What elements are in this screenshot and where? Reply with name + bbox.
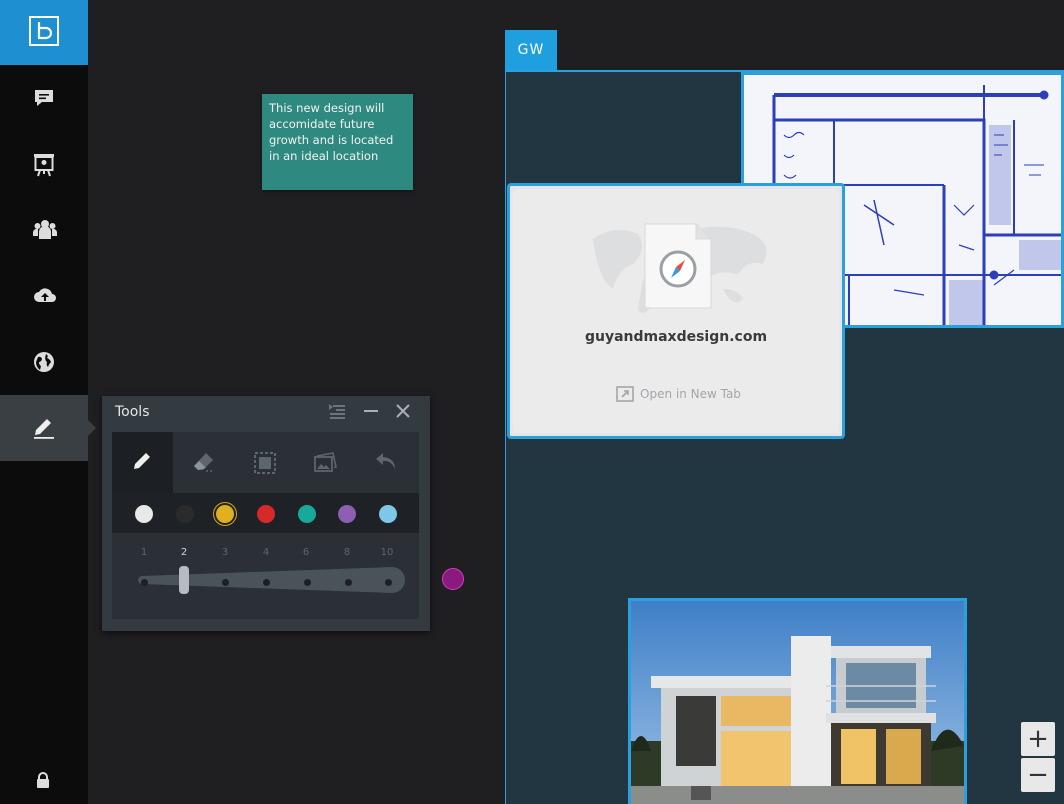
- modern-house-image: [631, 601, 964, 804]
- pen-tool[interactable]: [112, 432, 173, 493]
- app-logo[interactable]: [0, 0, 88, 65]
- color-swatch[interactable]: [176, 505, 194, 523]
- logo-icon: [29, 16, 59, 46]
- workspace-tab[interactable]: GW: [505, 30, 557, 70]
- sidebar-item-presentation[interactable]: [0, 131, 88, 197]
- size-label: 6: [302, 547, 310, 558]
- sidebar-item-web[interactable]: [0, 329, 88, 395]
- tool-row: [112, 432, 419, 493]
- pen-icon: [34, 419, 54, 439]
- select-tool[interactable]: [234, 432, 295, 493]
- size-slider-track[interactable]: [136, 566, 406, 594]
- color-swatch-selected[interactable]: [216, 505, 234, 523]
- brush-size-control: 1 2 3 4 6 8 10: [112, 533, 419, 619]
- undo-icon: [376, 453, 395, 469]
- tools-panel[interactable]: Tools 1 2 3 4 6 8 10: [102, 396, 430, 631]
- sidebar: [0, 0, 96, 804]
- size-label: 3: [221, 547, 229, 558]
- open-external-icon: [616, 386, 634, 402]
- size-stop: [263, 579, 270, 586]
- cloud-upload-icon: [34, 288, 56, 302]
- size-label: 1: [140, 547, 148, 558]
- size-stop: [345, 579, 352, 586]
- size-slider-handle[interactable]: [179, 566, 189, 594]
- chat-icon: [35, 90, 53, 106]
- select-icon: [254, 452, 276, 474]
- color-swatch[interactable]: [379, 505, 397, 523]
- color-swatch[interactable]: [298, 505, 316, 523]
- color-palette: [112, 493, 419, 533]
- drawing-cursor: [442, 568, 464, 590]
- sticky-note-text: This new design will accomidate future g…: [269, 101, 394, 163]
- size-label: 8: [343, 547, 351, 558]
- image-icon: [314, 452, 337, 472]
- size-label: 4: [262, 547, 270, 558]
- sticky-note[interactable]: This new design will accomidate future g…: [262, 94, 413, 190]
- color-swatch[interactable]: [338, 505, 356, 523]
- minimize-icon[interactable]: [363, 403, 379, 419]
- people-icon: [33, 220, 57, 239]
- web-link-card-body: guyandmaxdesign.com Open in New Tab: [513, 189, 839, 433]
- undo-tool[interactable]: [356, 432, 417, 493]
- zoom-out-button[interactable]: −: [1021, 758, 1055, 792]
- sidebar-item-chat[interactable]: [0, 65, 88, 131]
- size-stop: [141, 579, 148, 586]
- globe-icon: [34, 352, 54, 372]
- presentation-icon: [34, 154, 54, 177]
- link-domain: guyandmaxdesign.com: [584, 329, 768, 345]
- size-label-selected: 2: [180, 547, 188, 558]
- sidebar-item-people[interactable]: [0, 197, 88, 263]
- eraser-tool[interactable]: [173, 432, 234, 493]
- open-in-new-tab-label: Open in New Tab: [640, 387, 741, 401]
- house-photo[interactable]: [628, 598, 967, 804]
- open-in-new-tab-link[interactable]: Open in New Tab: [616, 386, 741, 402]
- zoom-in-button[interactable]: +: [1021, 722, 1055, 756]
- collapse-list-icon[interactable]: [328, 403, 346, 419]
- eraser-icon: [194, 453, 214, 472]
- close-icon[interactable]: [395, 403, 411, 419]
- size-stop: [304, 579, 311, 586]
- color-swatch[interactable]: [257, 505, 275, 523]
- browser-file-icon: [644, 223, 712, 309]
- size-stop: [222, 579, 229, 586]
- lock-icon[interactable]: [36, 772, 50, 788]
- web-link-card[interactable]: guyandmaxdesign.com Open in New Tab: [507, 183, 845, 439]
- sidebar-item-cloud[interactable]: [0, 263, 88, 329]
- image-tool[interactable]: [295, 432, 356, 493]
- size-label: 10: [380, 547, 394, 558]
- sidebar-item-draw[interactable]: [0, 395, 96, 461]
- tools-title: Tools: [115, 404, 150, 420]
- size-stop: [385, 579, 392, 586]
- pen-icon: [134, 453, 150, 469]
- color-swatch[interactable]: [135, 505, 153, 523]
